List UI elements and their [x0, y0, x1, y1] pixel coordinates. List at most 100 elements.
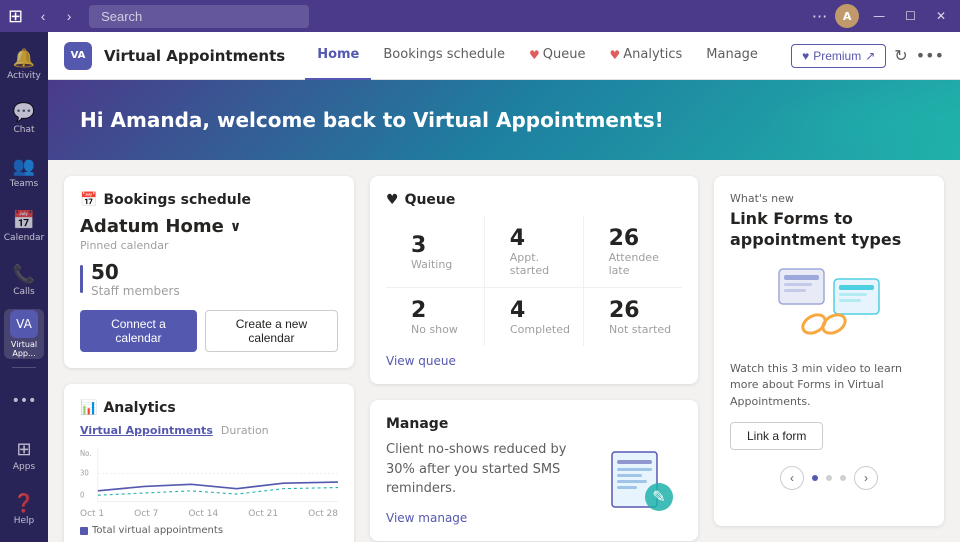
teams-logo-icon: ⊞: [8, 6, 23, 27]
bookings-card: 📅 Bookings schedule Adatum Home ∨ Pinned…: [64, 176, 354, 368]
analytics-heart-icon: ♥: [609, 48, 620, 62]
carousel-dot-2[interactable]: [826, 475, 832, 481]
sidebar-item-help[interactable]: ❓ Help: [4, 484, 44, 534]
legend-dot: [80, 527, 88, 535]
queue-row-1: 3 Waiting 4 Appt. started: [386, 216, 682, 288]
link-form-button[interactable]: Link a form: [730, 422, 823, 450]
whats-new-description: Watch this 3 min video to learn more abo…: [730, 361, 928, 411]
queue-row-2: 2 No show 4 Completed: [386, 288, 682, 346]
svg-text:30: 30: [80, 468, 89, 477]
hero-banner: Hi Amanda, welcome back to Virtual Appoi…: [48, 80, 960, 160]
no-show-count: 2: [411, 298, 458, 323]
queue-completed: 4 Completed: [485, 288, 584, 346]
close-button[interactable]: ✕: [930, 9, 952, 23]
analytics-icon: 📊: [80, 400, 97, 416]
sidebar-item-calls[interactable]: 📞 Calls: [4, 256, 44, 306]
manage-content: Client no-shows reduced by 30% after you…: [386, 440, 682, 525]
waiting-count: 3: [411, 233, 452, 258]
nav-home[interactable]: Home: [305, 32, 371, 80]
sidebar-item-teams[interactable]: 👥 Teams: [4, 148, 44, 198]
sidebar-item-activity[interactable]: 🔔 Activity: [4, 40, 44, 90]
sidebar-label-calendar: Calendar: [4, 233, 44, 243]
sidebar-label-activity: Activity: [7, 71, 41, 81]
help-icon: ❓: [13, 493, 35, 514]
sidebar-label-chat: Chat: [13, 125, 34, 135]
sidebar-item-calendar[interactable]: 📅 Calendar: [4, 202, 44, 252]
appt-started-label: Appt. started: [510, 251, 575, 277]
sidebar-item-apps[interactable]: ⊞ Apps: [4, 430, 44, 480]
nav-back-button[interactable]: ‹: [31, 4, 55, 28]
carousel-dot-3[interactable]: [840, 475, 846, 481]
queue-no-show: 2 No show: [386, 288, 485, 346]
manage-illustration: ✎: [602, 440, 682, 525]
bookings-title: 📅 Bookings schedule: [80, 192, 338, 208]
view-manage-link[interactable]: View manage: [386, 511, 590, 525]
analytics-title: 📊 Analytics: [80, 400, 338, 416]
svg-text:No.: No.: [80, 449, 92, 458]
app-icon: VA: [64, 42, 92, 70]
tab-virtual-appointments[interactable]: Virtual Appointments: [80, 424, 213, 437]
overflow-icon[interactable]: •••: [916, 46, 944, 65]
nav-queue[interactable]: ♥ Queue: [517, 32, 597, 80]
middle-column: ♥ Queue 3 Waiting: [370, 176, 698, 526]
maximize-button[interactable]: ☐: [899, 9, 922, 23]
nav-forward-button[interactable]: ›: [57, 4, 81, 28]
nav-analytics[interactable]: ♥ Analytics: [597, 32, 694, 80]
queue-title: ♥ Queue: [386, 192, 682, 208]
nav-manage[interactable]: Manage: [694, 32, 770, 80]
appt-started-count: 4: [510, 226, 575, 251]
attendee-late-label: Attendee late: [609, 251, 674, 277]
create-calendar-button[interactable]: Create a new calendar: [205, 310, 338, 352]
not-started-label: Not started: [609, 323, 671, 336]
premium-button[interactable]: ♥ Premium ↗: [791, 44, 886, 68]
calls-icon: 📞: [13, 264, 35, 285]
whats-new-title: Link Forms to appointment types: [730, 209, 928, 251]
carousel-dot-1[interactable]: [812, 475, 818, 481]
avatar[interactable]: A: [835, 4, 859, 28]
search-input[interactable]: [89, 5, 309, 28]
tab-duration[interactable]: Duration: [221, 424, 269, 437]
queue-appt-started: 4 Appt. started: [485, 216, 584, 287]
left-column: 📅 Bookings schedule Adatum Home ∨ Pinned…: [64, 176, 354, 526]
carousel-next-button[interactable]: ›: [854, 466, 878, 490]
illustration-area: [730, 259, 928, 349]
not-started-count: 26: [609, 298, 671, 323]
sidebar-item-chat[interactable]: 💬 Chat: [4, 94, 44, 144]
sidebar-item-more[interactable]: •••: [4, 376, 44, 426]
queue-waiting: 3 Waiting: [386, 216, 485, 287]
refresh-icon[interactable]: ↻: [894, 46, 907, 65]
sidebar-label-virtual: Virtual App...: [4, 340, 44, 358]
svg-text:✎: ✎: [652, 487, 665, 506]
whats-new-label: What's new: [730, 192, 928, 205]
virtual-app-icon: VA: [10, 310, 38, 338]
sidebar-item-virtual[interactable]: VA Virtual App...: [4, 309, 44, 359]
more-options-icon[interactable]: ···: [812, 7, 827, 26]
chat-icon: 💬: [13, 102, 35, 123]
app-nav: Home Bookings schedule ♥ Queue ♥ Analyti…: [305, 32, 770, 80]
analytics-tabs: Virtual Appointments Duration: [80, 424, 338, 437]
view-queue-link[interactable]: View queue: [386, 354, 682, 368]
activity-icon: 🔔: [13, 48, 35, 69]
connect-calendar-button[interactable]: Connect a calendar: [80, 310, 197, 352]
sidebar-label-calls: Calls: [13, 287, 35, 297]
sidebar: 🔔 Activity 💬 Chat 👥 Teams 📅 Calendar 📞 C…: [0, 32, 48, 542]
calendar-name-selector[interactable]: Adatum Home ∨: [80, 216, 338, 237]
chart-legend: Total virtual appointments: [80, 525, 338, 536]
waiting-label: Waiting: [411, 258, 452, 271]
completed-count: 4: [510, 298, 570, 323]
carousel-controls: ‹ ›: [730, 466, 928, 490]
no-show-label: No show: [411, 323, 458, 336]
count-bar: [80, 265, 83, 293]
apps-icon: ⊞: [16, 439, 31, 460]
app-title: Virtual Appointments: [104, 47, 285, 65]
calendar-schedule-icon: 📅: [80, 192, 97, 208]
calendar-icon: 📅: [13, 210, 35, 231]
queue-attendee-late: 26 Attendee late: [584, 216, 682, 287]
nav-bookings[interactable]: Bookings schedule: [371, 32, 517, 80]
queue-icon: ♥: [386, 192, 399, 208]
minimize-button[interactable]: —: [867, 9, 891, 23]
sidebar-label-apps: Apps: [13, 462, 35, 472]
premium-heart-icon: ♥: [802, 49, 809, 63]
right-panel: What's new Link Forms to appointment typ…: [714, 176, 944, 526]
carousel-prev-button[interactable]: ‹: [780, 466, 804, 490]
